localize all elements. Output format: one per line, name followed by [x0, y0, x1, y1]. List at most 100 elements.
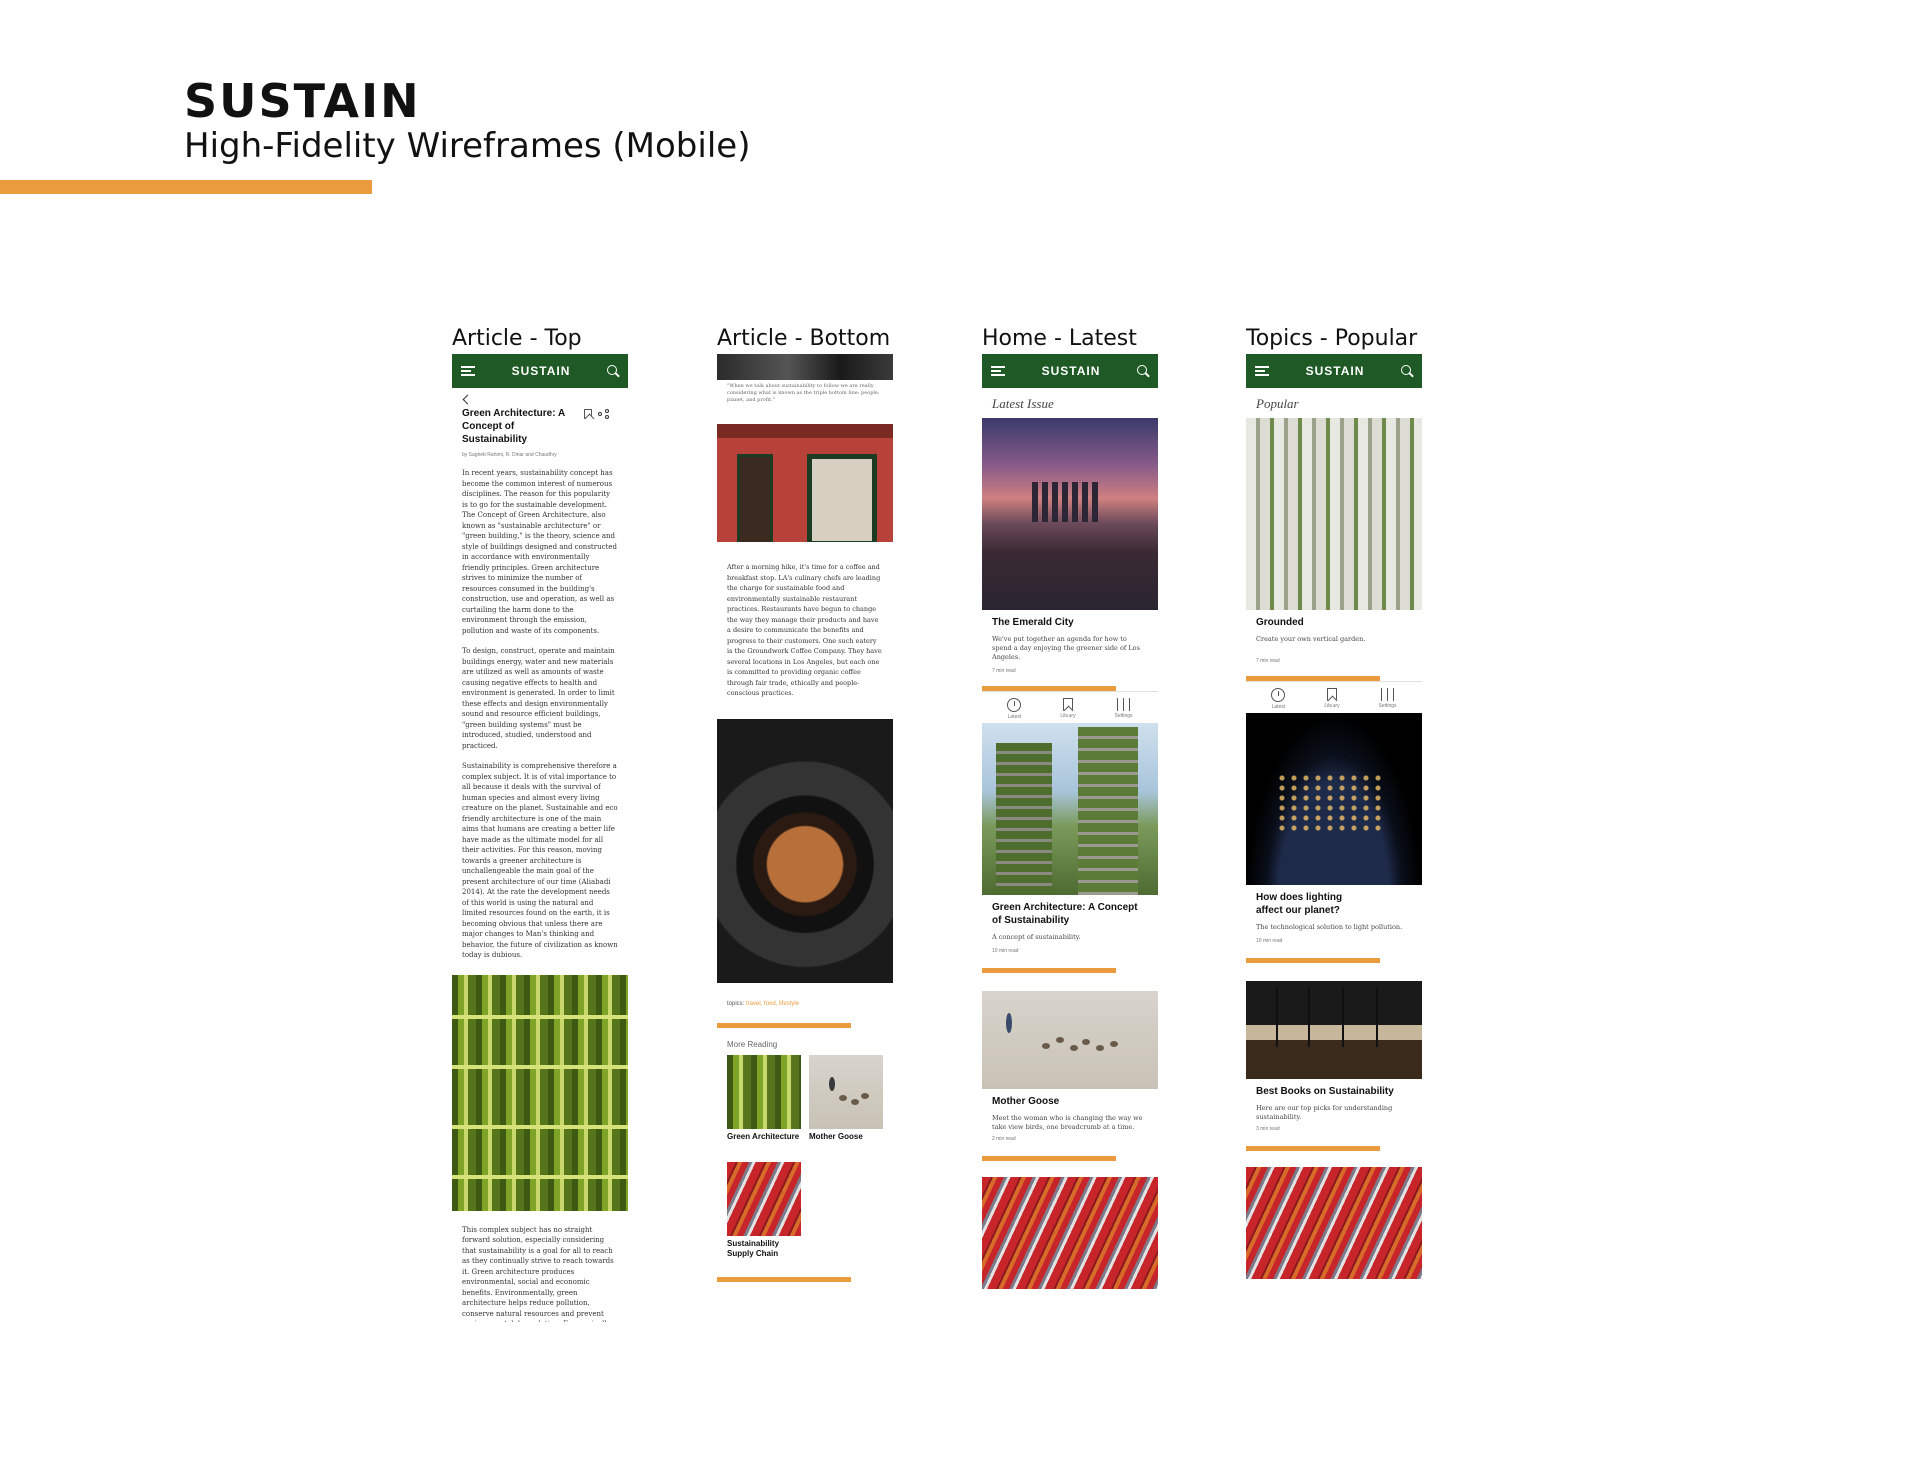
app-topbar: SUSTAIN — [452, 354, 628, 388]
divider-line — [717, 1276, 851, 1282]
tab-settings[interactable]: Settings — [1378, 688, 1397, 710]
screen-topics-popular: SUSTAIN Popular Grounded Create your own… — [1246, 354, 1422, 1324]
card-title: Grounded — [1256, 617, 1304, 628]
label-topics-popular: Topics - Popular — [1246, 326, 1418, 351]
app-topbar: SUSTAIN — [1246, 354, 1422, 388]
search-icon[interactable] — [1137, 365, 1149, 377]
card-read-time: 10 min read — [1256, 938, 1283, 944]
card-description: Create your own vertical garden. — [1256, 635, 1366, 643]
sliders-icon — [1116, 698, 1131, 711]
card-read-time: 7 min read — [1256, 658, 1280, 664]
article-paragraph: Sustainability is comprehensive therefor… — [462, 762, 618, 959]
app-logo[interactable]: SUSTAIN — [1042, 364, 1101, 378]
tab-label: Latest — [1007, 714, 1022, 720]
tab-label: Settings — [1114, 713, 1133, 719]
card-image — [1246, 981, 1422, 1079]
bookmark-icon — [1326, 688, 1337, 701]
article-paragraph: In recent years, sustainability concept … — [462, 469, 617, 635]
bottom-nav: Latest Library Settings — [982, 691, 1158, 723]
app-topbar: SUSTAIN — [982, 354, 1158, 388]
app-logo[interactable]: SUSTAIN — [512, 364, 571, 378]
brand-accent-bar — [0, 180, 372, 194]
divider-line — [982, 1156, 1116, 1161]
menu-icon[interactable] — [461, 366, 475, 376]
coffee-shop-image — [717, 424, 893, 542]
tab-latest[interactable]: Latest — [1007, 698, 1022, 720]
screen-article-bottom: "When we talk about sustainability to fo… — [717, 354, 893, 1306]
divider-line — [1246, 958, 1380, 963]
tab-latest[interactable]: Latest — [1271, 688, 1286, 710]
article-card[interactable]: How does lighting affect our planet? The… — [1246, 713, 1422, 944]
card-image[interactable] — [982, 1177, 1158, 1289]
card-read-time: 3 min read — [1256, 1126, 1280, 1132]
tab-label: Settings — [1378, 703, 1397, 709]
header-image — [717, 354, 893, 380]
reading-card[interactable]: Mother Goose — [809, 1054, 883, 1142]
topic-tags[interactable]: travel, food, lifestyle — [746, 1001, 799, 1007]
article-card[interactable]: Grounded Create your own vertical garden… — [1246, 418, 1422, 664]
clock-icon — [1271, 688, 1286, 702]
label-article-top: Article - Top — [452, 326, 582, 351]
card-title: The Emerald City — [992, 617, 1074, 628]
search-icon[interactable] — [607, 365, 619, 377]
latte-image — [717, 718, 893, 983]
reading-title: Mother Goose — [809, 1131, 863, 1141]
card-description: We've put together an agenda for how to … — [992, 635, 1140, 661]
card-read-time: 7 min read — [992, 668, 1016, 674]
section-title: Latest Issue — [992, 396, 1054, 411]
article-card[interactable]: Green Architecture: A Concept of Sustain… — [982, 723, 1158, 954]
more-reading-heading: More Reading — [727, 1039, 778, 1049]
menu-icon[interactable] — [1255, 366, 1269, 376]
label-article-bottom: Article - Bottom — [717, 326, 891, 351]
card-title: How does lighting affect our planet? — [1256, 892, 1343, 916]
tab-settings[interactable]: Settings — [1114, 698, 1133, 720]
screen-article-top: SUSTAIN Green Architecture: A Concept of… — [452, 354, 628, 1322]
card-image — [1246, 713, 1422, 885]
card-image — [982, 418, 1158, 610]
label-home-latest: Home - Latest — [982, 326, 1137, 351]
article-paragraph: To design, construct, operate and mainta… — [462, 647, 615, 750]
brand-subtitle: High-Fidelity Wireframes (Mobile) — [184, 126, 751, 166]
card-title: Mother Goose — [992, 1096, 1060, 1107]
reading-thumb — [727, 1161, 801, 1236]
article-card[interactable]: Mother Goose Meet the woman who is chang… — [982, 991, 1158, 1142]
section-title: Popular — [1256, 396, 1299, 411]
article-title: Green Architecture: A Concept of Sustain… — [462, 408, 565, 445]
tab-label: Latest — [1271, 704, 1286, 710]
reading-card[interactable]: Green Architecture — [727, 1054, 801, 1142]
card-title: Best Books on Sustainability — [1256, 1086, 1394, 1097]
article-paragraph: After a morning hike, it's time for a co… — [727, 563, 882, 697]
card-image — [1246, 418, 1422, 610]
article-card[interactable]: Best Books on Sustainability Here are ou… — [1246, 981, 1422, 1132]
tab-library[interactable]: Library — [1324, 688, 1340, 710]
app-logo[interactable]: SUSTAIN — [1306, 364, 1365, 378]
card-read-time: 10 min read — [992, 948, 1019, 954]
reading-title: Sustainability Supply Chain — [727, 1238, 780, 1258]
menu-icon[interactable] — [991, 366, 1005, 376]
reading-card[interactable]: Sustainability Supply Chain — [727, 1161, 801, 1259]
card-description: A concept of sustainability. — [992, 933, 1081, 941]
bookmark-icon[interactable] — [584, 409, 592, 419]
clock-icon — [1007, 698, 1022, 712]
screen-home-latest: SUSTAIN Latest Issue The Emerald City We… — [982, 354, 1158, 1324]
divider-line — [1246, 1146, 1380, 1151]
reading-thumb — [809, 1054, 883, 1129]
share-icon[interactable] — [598, 409, 610, 419]
card-description: The technological solution to light poll… — [1256, 923, 1403, 931]
article-card[interactable]: The Emerald City We've put together an a… — [982, 418, 1158, 674]
card-image — [982, 723, 1158, 895]
card-image[interactable] — [1246, 1167, 1422, 1279]
topics-prefix: topics: — [727, 1000, 745, 1007]
bottom-nav: Latest Library Settings — [1246, 681, 1422, 713]
card-title: Green Architecture: A Concept of Sustain… — [992, 902, 1138, 926]
reading-thumb — [727, 1054, 801, 1129]
tab-library[interactable]: Library — [1060, 698, 1076, 720]
divider-line — [982, 968, 1116, 973]
sliders-icon — [1380, 688, 1395, 701]
search-icon[interactable] — [1401, 365, 1413, 377]
card-description: Meet the woman who is changing the way w… — [992, 1114, 1143, 1131]
card-description: Here are our top picks for understanding… — [1256, 1104, 1393, 1121]
article-topics: topics: travel, food, lifestyle — [717, 983, 893, 1007]
brand-title: SUSTAIN — [184, 74, 421, 128]
bookmark-icon — [1062, 698, 1073, 711]
